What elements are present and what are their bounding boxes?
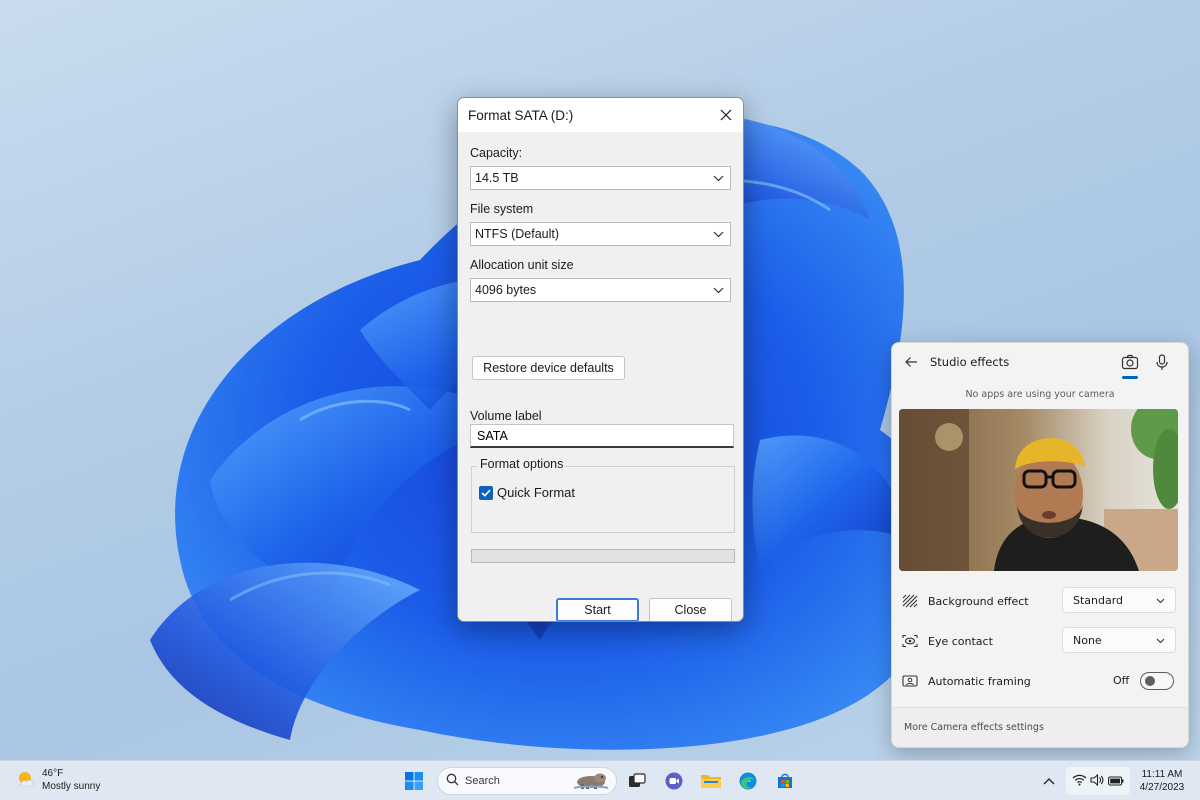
teams-chat-icon[interactable] [660,767,688,795]
filesystem-label: File system [470,202,534,216]
microphone-icon[interactable] [1156,354,1172,372]
automatic-framing-row: Automatic framing Off [902,666,1178,696]
chevron-down-icon [1156,634,1165,647]
format-options-group: Format options Quick Format [471,457,735,533]
background-blur-icon [902,593,918,609]
dialog-body: Capacity: 14.5 TB File system NTFS (Defa… [458,132,743,621]
eye-contact-label: Eye contact [928,634,993,648]
eye-contact-icon [902,633,918,649]
chevron-down-icon [712,172,724,184]
taskbar-clock[interactable]: 11:11 AM 4/27/2023 [1132,768,1192,794]
allocation-label: Allocation unit size [470,258,574,272]
close-icon[interactable] [709,98,743,132]
restore-defaults-button[interactable]: Restore device defaults [472,356,625,380]
background-effect-select[interactable]: Standard [1062,587,1176,613]
capacity-value: 14.5 TB [475,171,519,185]
filesystem-select[interactable]: NTFS (Default) [470,222,731,246]
studio-effects-flyout: Studio effects No apps are using your ca… [891,342,1189,748]
battery-icon [1108,774,1124,789]
format-progress-bar [471,549,735,563]
flyout-title: Studio effects [930,355,1010,369]
background-effect-label: Background effect [928,594,1029,608]
quick-format-label: Quick Format [497,485,576,500]
weather-temperature: 46°F [42,768,64,779]
chevron-up-icon[interactable] [1043,773,1059,789]
quick-format-option[interactable]: Quick Format [479,485,575,500]
store-icon[interactable] [771,767,799,795]
eye-contact-select[interactable]: None [1062,627,1176,653]
eye-contact-row: Eye contact None [902,626,1178,656]
wifi-icon [1072,774,1087,789]
more-camera-settings-link[interactable]: More Camera effects settings [904,722,1044,733]
back-arrow-icon[interactable] [904,355,920,371]
automatic-framing-toggle[interactable] [1140,672,1174,690]
camera-status-notice: No apps are using your camera [965,389,1115,400]
camera-tab-indicator [1122,376,1138,379]
automatic-framing-label: Automatic framing [928,674,1031,688]
quick-format-checkbox[interactable] [479,485,493,500]
taskbar-search-box[interactable]: Search [437,767,617,795]
search-placeholder: Search [465,775,500,787]
chevron-down-icon [712,284,724,296]
allocation-value: 4096 bytes [475,283,537,297]
partly-sunny-icon [16,769,36,792]
eye-contact-value: None [1073,633,1102,647]
camera-preview-image [899,409,1178,571]
chevron-down-icon [712,228,724,240]
search-highlight-icon [572,770,610,793]
capacity-label: Capacity: [470,146,523,160]
clock-date: 4/27/2023 [1139,782,1185,793]
volume-label-input[interactable] [470,424,734,448]
task-view-icon[interactable] [623,767,651,795]
chevron-down-icon [1156,594,1165,607]
dialog-titlebar[interactable]: Format SATA (D:) [458,98,743,132]
dialog-title: Format SATA (D:) [468,107,574,123]
filesystem-value: NTFS (Default) [475,227,560,241]
capacity-select[interactable]: 14.5 TB [470,166,731,190]
search-icon [446,773,459,789]
windows-start-icon[interactable] [400,767,428,795]
framing-icon [902,673,918,689]
start-button[interactable]: Start [556,598,639,621]
background-effect-value: Standard [1073,593,1124,607]
format-options-legend: Format options [477,457,567,471]
flyout-header: Studio effects [892,343,1188,383]
volume-icon [1090,773,1104,789]
automatic-framing-state: Off [1113,674,1130,687]
taskbar: 46°F Mostly sunny Search 11:11 AM 4/27/2… [0,760,1200,800]
allocation-select[interactable]: 4096 bytes [470,278,731,302]
format-dialog: Format SATA (D:) Capacity: 14.5 TB File … [457,97,744,622]
weather-widget[interactable]: 46°F Mostly sunny [16,767,100,793]
clock-time: 11:11 AM [1141,769,1183,780]
volume-label-label: Volume label [470,409,542,423]
system-tray[interactable] [1066,767,1130,795]
close-button[interactable]: Close [649,598,732,621]
file-explorer-icon[interactable] [697,767,725,795]
flyout-footer: More Camera effects settings [892,707,1188,747]
background-effect-row: Background effect Standard [902,586,1178,616]
toggle-knob [1145,676,1155,686]
camera-icon[interactable] [1121,354,1139,372]
weather-description: Mostly sunny [42,781,101,792]
edge-icon[interactable] [734,767,762,795]
